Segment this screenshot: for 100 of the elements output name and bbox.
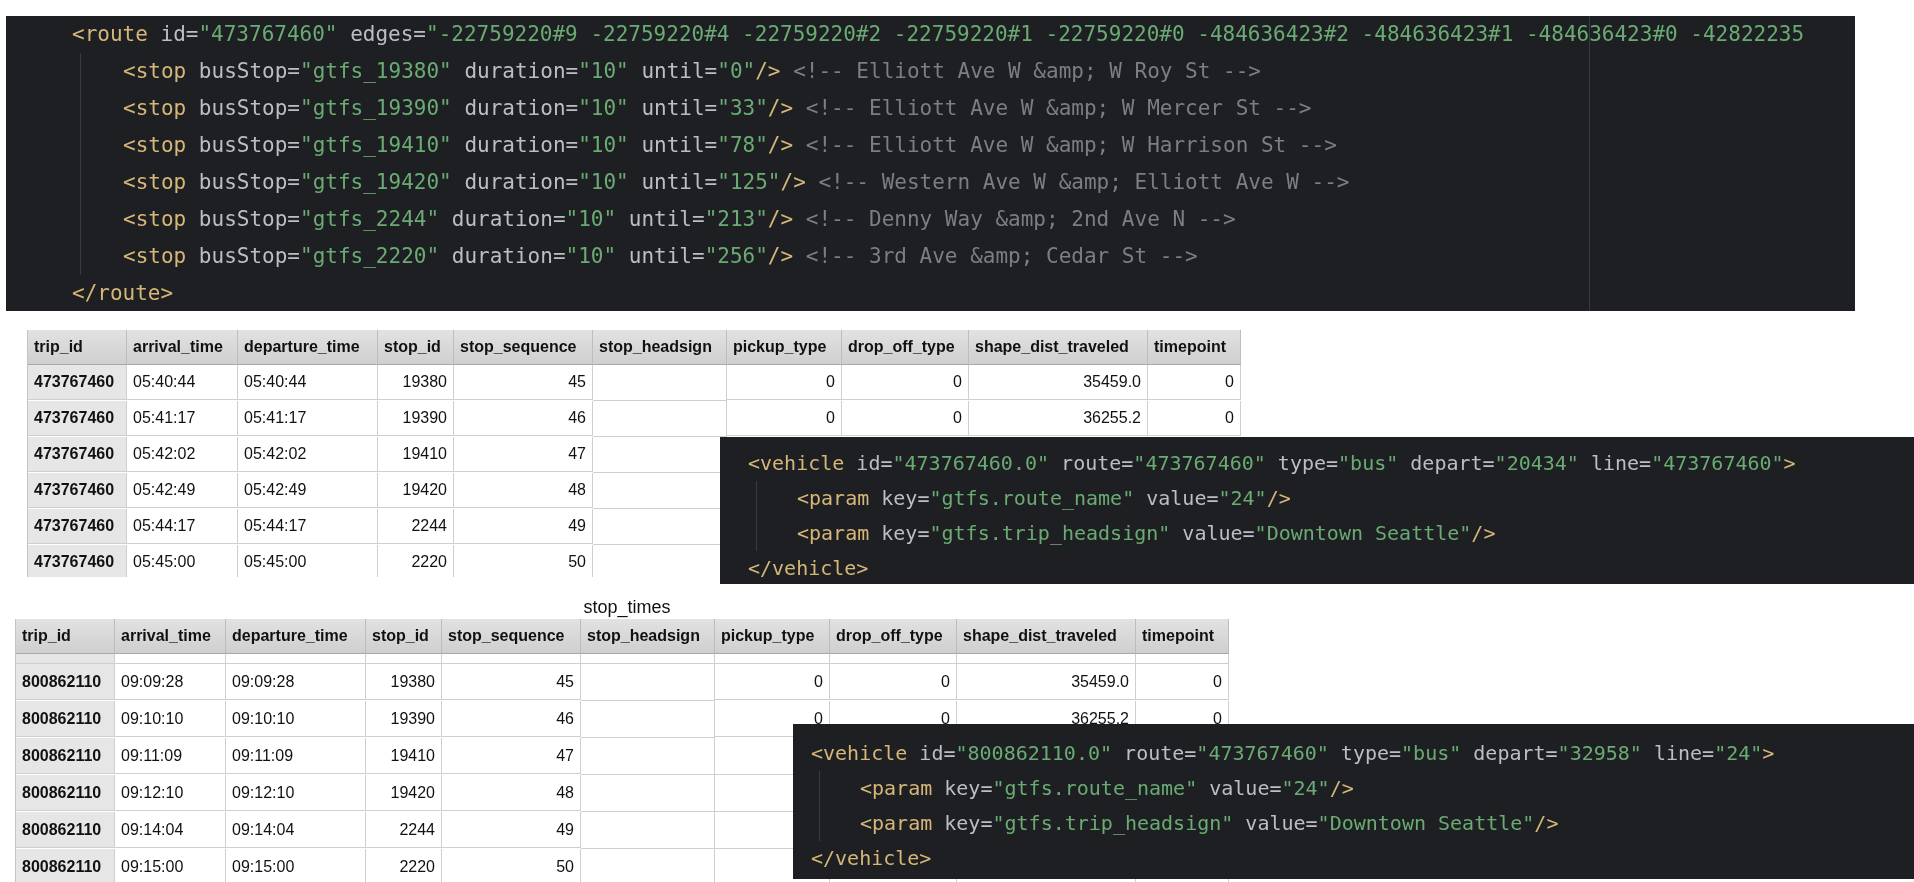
table-title: stop_times [583, 597, 671, 617]
table-cell: 48 [454, 473, 593, 508]
table-cell: 49 [454, 509, 593, 544]
table-cell: 19420 [378, 473, 454, 508]
table-cell: 09:12:10 [226, 775, 366, 811]
code-line: <stop busStop="gtfs_19420" duration="10" until="125"/> <!-- Western Ave W &amp; Elliott Ave W --> [123, 169, 1351, 196]
row-header-cell: 473767460 [28, 473, 127, 508]
table-cell: 05:40:44 [127, 365, 238, 400]
table-cell: 0 [830, 664, 957, 700]
table-cell: 05:44:17 [127, 509, 238, 544]
table-cell: 0 [727, 401, 842, 436]
column-header: stop_sequence [454, 330, 593, 365]
table-cell: 0 [1148, 401, 1241, 436]
table-cell: 19380 [366, 664, 442, 700]
column-header: stop_id [378, 330, 454, 365]
row-header-cell: 800862110 [16, 849, 115, 882]
row-header-cell: 800862110 [16, 664, 115, 700]
table-cell: 0 [715, 664, 830, 700]
row-header-cell: 800862110 [16, 775, 115, 811]
table-cell: 05:42:49 [238, 473, 378, 508]
code-line: <stop busStop="gtfs_2220" duration="10" until="256"/> <!-- 3rd Ave &amp; Cedar St --> [123, 243, 1199, 270]
table-cell: 35459.0 [957, 664, 1136, 700]
table-cell: 09:11:09 [115, 738, 226, 774]
column-header: drop_off_type [842, 330, 969, 365]
table-cell: 05:42:02 [238, 437, 378, 472]
table-cell: 47 [442, 738, 581, 774]
table-cell: 45 [442, 664, 581, 700]
table-cell: 05:41:17 [238, 401, 378, 436]
column-header: stop_headsign [593, 330, 727, 365]
row-header-cell: 473767460 [28, 545, 127, 577]
table-cell: 09:14:04 [115, 812, 226, 848]
row-header-cell: 473767460 [28, 365, 127, 400]
code-line: <stop busStop="gtfs_19380" duration="10" until="0"/> <!-- Elliott Ave W &amp; W Roy St --> [123, 58, 1262, 85]
table-cell: 19390 [366, 701, 442, 737]
table-cell: 09:12:10 [115, 775, 226, 811]
table-cell: 19420 [366, 775, 442, 811]
column-header: stop_id [366, 619, 442, 654]
table-cell: 09:09:28 [115, 664, 226, 700]
code-line: <stop busStop="gtfs_2244" duration="10" until="213"/> <!-- Denny Way &amp; 2nd Ave N --> [123, 206, 1237, 233]
code-line: <param key="gtfs.route_name" value="24"/> [860, 775, 1355, 802]
column-header: departure_time [226, 619, 366, 654]
column-header: drop_off_type [830, 619, 957, 654]
column-header: pickup_type [715, 619, 830, 654]
table-cell: 35459.0 [969, 365, 1148, 400]
code-line: </vehicle> [811, 845, 933, 872]
code-line: <param key="gtfs.trip_headsign" value="Downtown Seattle"/> [860, 810, 1560, 837]
column-header: shape_dist_traveled [957, 619, 1136, 654]
code-line: <route id="473767460" edges="-22759220#9 -22759220#4 -22759220#2 -22759220#1 -22759220#0 -484636423#2 -484636423#1 -484636423#0 -42822235 [72, 21, 1806, 48]
code-line: <param key="gtfs.trip_headsign" value="Downtown Seattle"/> [797, 520, 1497, 547]
code-line: </route> [72, 280, 175, 307]
table-cell: 0 [842, 365, 969, 400]
row-header-cell: 473767460 [28, 437, 127, 472]
column-header: trip_id [28, 330, 127, 365]
table-cell: 48 [442, 775, 581, 811]
code-line: <vehicle id="473767460.0" route="473767460" type="bus" depart="20434" line="473767460"> [748, 450, 1797, 477]
table-cell: 45 [454, 365, 593, 400]
table-cell: 05:40:44 [238, 365, 378, 400]
table-cell: 0 [1136, 664, 1229, 700]
row-header-cell: 473767460 [28, 401, 127, 436]
column-header: arrival_time [127, 330, 238, 365]
code-line: <param key="gtfs.route_name" value="24"/> [797, 485, 1292, 512]
table-cell: 05:42:02 [127, 437, 238, 472]
table-cell: 2244 [366, 812, 442, 848]
column-header: arrival_time [115, 619, 226, 654]
table-cell: 36255.2 [969, 401, 1148, 436]
table-cell: 09:10:10 [226, 701, 366, 737]
table-cell: 0 [727, 365, 842, 400]
table-cell: 19390 [378, 401, 454, 436]
table-cell: 09:11:09 [226, 738, 366, 774]
column-header: timepoint [1148, 330, 1241, 365]
row-header-cell: 800862110 [16, 738, 115, 774]
row-header-cell: 473767460 [28, 509, 127, 544]
column-header: timepoint [1136, 619, 1229, 654]
table-cell: 19410 [366, 738, 442, 774]
table-cell: 05:42:49 [127, 473, 238, 508]
column-header: pickup_type [727, 330, 842, 365]
table-cell: 09:10:10 [115, 701, 226, 737]
table-cell: 46 [454, 401, 593, 436]
table-cell: 46 [442, 701, 581, 737]
table-cell: 0 [842, 401, 969, 436]
code-line: <stop busStop="gtfs_19390" duration="10" until="33"/> <!-- Elliott Ave W &amp; W Mercer St --> [123, 95, 1313, 122]
column-header: stop_headsign [581, 619, 715, 654]
table-cell: 19410 [378, 437, 454, 472]
table-cell: 09:14:04 [226, 812, 366, 848]
table-cell: 2244 [378, 509, 454, 544]
table-cell: 19380 [378, 365, 454, 400]
code-line: </vehicle> [748, 555, 870, 582]
table-cell: 05:41:17 [127, 401, 238, 436]
table-cell: 05:44:17 [238, 509, 378, 544]
column-header: departure_time [238, 330, 378, 365]
table-cell: 49 [442, 812, 581, 848]
column-header: shape_dist_traveled [969, 330, 1148, 365]
table-cell: 09:09:28 [226, 664, 366, 700]
code-line: <vehicle id="800862110.0" route="473767460" type="bus" depart="32958" line="24"> [811, 740, 1776, 767]
table-cell: 0 [1148, 365, 1241, 400]
row-header-cell: 800862110 [16, 701, 115, 737]
row-header-cell: 800862110 [16, 812, 115, 848]
code-line: <stop busStop="gtfs_19410" duration="10" until="78"/> <!-- Elliott Ave W &amp; W Harrison St --> [123, 132, 1338, 159]
table-cell: 47 [454, 437, 593, 472]
column-header: stop_sequence [442, 619, 581, 654]
